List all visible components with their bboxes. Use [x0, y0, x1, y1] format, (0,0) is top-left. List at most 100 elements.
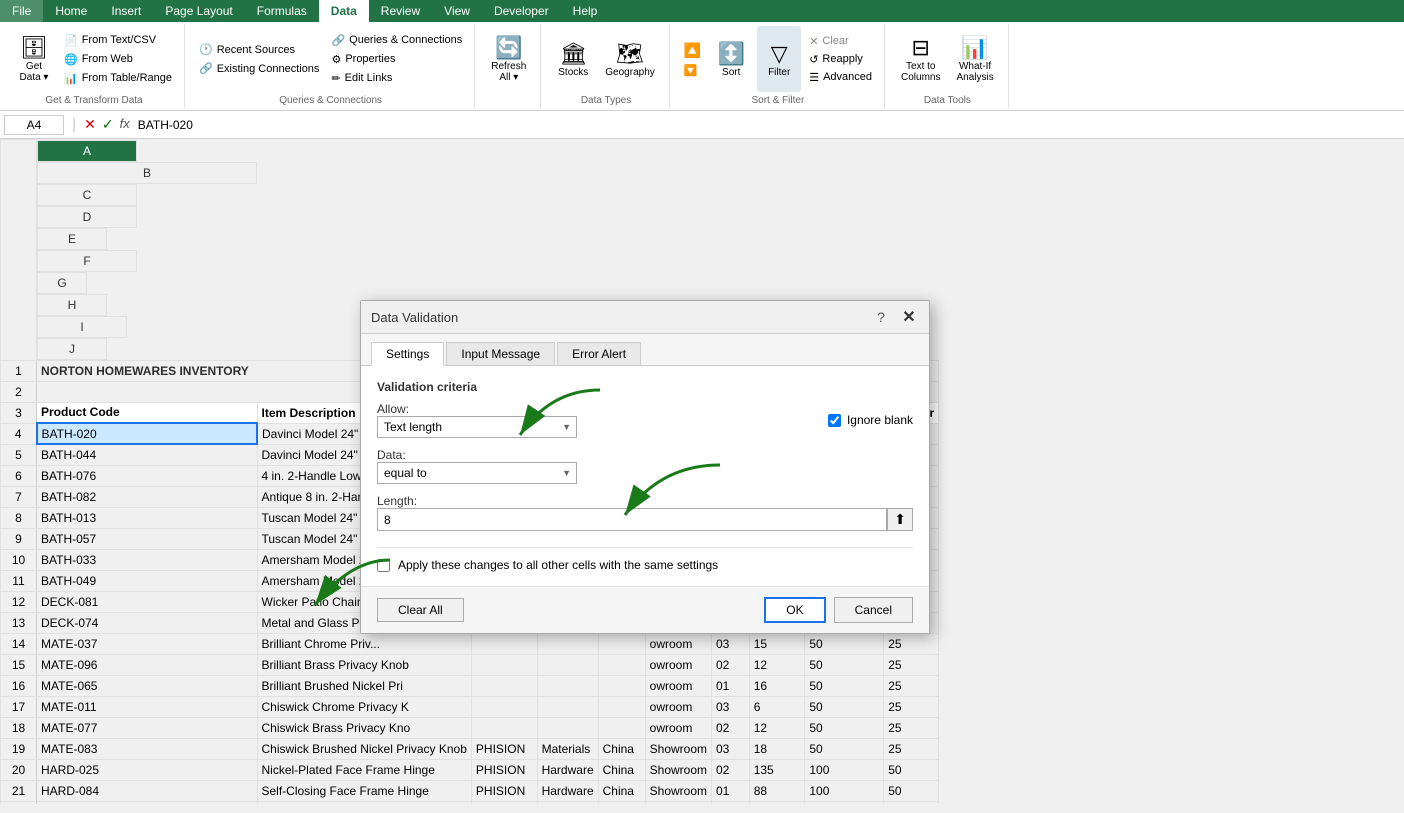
get-data-label: GetData ▾	[20, 61, 49, 83]
col-header-a[interactable]: A	[37, 140, 137, 162]
recent-sources-icon: 🕐	[199, 43, 213, 56]
what-if-analysis-button[interactable]: 📊 What-IfAnalysis	[950, 26, 999, 92]
length-label: Length:	[377, 494, 913, 508]
allow-select[interactable]: Any value Whole number Decimal List Date…	[377, 416, 577, 438]
col-product-code-header: Product Code	[37, 402, 258, 423]
filter-button[interactable]: ▽ Filter	[757, 26, 801, 92]
col-header-e[interactable]: E	[37, 228, 107, 250]
edit-links-label: Edit Links	[345, 72, 393, 84]
table-row: 14 MATE-037 Brilliant Chrome Priv... owr…	[1, 633, 939, 654]
col-header-f[interactable]: F	[37, 250, 137, 272]
tab-formulas[interactable]: Formulas	[245, 0, 319, 22]
apply-changes-checkbox[interactable]	[377, 559, 390, 572]
col-header-b[interactable]: B	[37, 162, 257, 184]
dialog-footer: Clear All OK Cancel	[361, 586, 929, 633]
col-header-d[interactable]: D	[37, 206, 137, 228]
from-table-icon: 📊	[64, 72, 78, 85]
row-number: 4	[1, 423, 37, 444]
dialog-tab-settings[interactable]: Settings	[371, 342, 444, 366]
from-table-button[interactable]: 📊 From Table/Range	[60, 70, 176, 87]
stocks-icon: 🏛	[559, 41, 587, 67]
filter-icon: ▽	[771, 41, 788, 67]
queries-connections-button[interactable]: 🔗 Queries & Connections	[327, 32, 466, 49]
advanced-button[interactable]: ☰ Advanced	[805, 69, 876, 86]
text-to-columns-button[interactable]: ⊟ Text toColumns	[895, 26, 946, 92]
data-select[interactable]: between not between equal to not equal t…	[377, 462, 577, 484]
tab-data[interactable]: Data	[319, 0, 369, 22]
existing-connections-icon: 🔗	[199, 62, 213, 75]
tab-insert[interactable]: Insert	[99, 0, 153, 22]
tab-help[interactable]: Help	[561, 0, 610, 22]
cell-reference-input[interactable]: A4	[4, 115, 64, 135]
cancel-button[interactable]: Cancel	[834, 597, 913, 623]
length-range-button[interactable]: ⬆	[887, 508, 913, 531]
col-header-j[interactable]: J	[37, 338, 107, 360]
tab-page-layout[interactable]: Page Layout	[153, 0, 244, 22]
allow-row: Allow: Any value Whole number Decimal Li…	[377, 402, 913, 438]
queries-connections-icon: 🔗	[331, 34, 345, 47]
col-header-i[interactable]: I	[37, 316, 127, 338]
formula-divider: |	[72, 116, 76, 134]
insert-function-icon[interactable]: fx	[120, 116, 130, 133]
formula-bar: A4 | ✕ ✓ fx	[0, 111, 1404, 139]
group-refresh: 🔄 RefreshAll ▾	[477, 24, 541, 108]
tab-table-design[interactable]: Table Design	[609, 0, 702, 22]
sort-filter-label: Sort & Filter	[751, 95, 804, 106]
refresh-all-label: RefreshAll ▾	[491, 61, 526, 83]
stocks-button[interactable]: 🏛 Stocks	[551, 26, 595, 92]
group-data-types: 🏛 Stocks 🗺 Geography Data Types	[543, 24, 669, 108]
geography-button[interactable]: 🗺 Geography	[599, 26, 660, 92]
ribbon-content: 🗄 GetData ▾ 📄 From Text/CSV 🌐 From Web 📊	[0, 22, 1404, 110]
edit-links-button[interactable]: ✏ Edit Links	[327, 70, 466, 87]
tab-review[interactable]: Review	[369, 0, 432, 22]
sort-za-button[interactable]: 🔽	[680, 62, 705, 79]
confirm-formula-icon[interactable]: ✓	[102, 116, 114, 133]
clear-all-button[interactable]: Clear All	[377, 598, 464, 622]
col-header-c[interactable]: C	[37, 184, 137, 206]
tab-view[interactable]: View	[432, 0, 482, 22]
ok-button[interactable]: OK	[764, 597, 825, 623]
dialog-tabs: Settings Input Message Error Alert	[361, 334, 929, 366]
refresh-all-icon: 🔄	[495, 35, 522, 61]
stocks-label: Stocks	[558, 67, 588, 78]
ignore-blank-checkbox[interactable]	[828, 414, 841, 427]
data-row: Data: between not between equal to not e…	[377, 448, 913, 484]
properties-button[interactable]: ⚙ Properties	[327, 51, 466, 68]
filter-label: Filter	[768, 67, 790, 78]
tab-developer[interactable]: Developer	[482, 0, 561, 22]
dialog-tab-input-message[interactable]: Input Message	[446, 342, 555, 365]
refresh-all-button[interactable]: 🔄 RefreshAll ▾	[485, 26, 532, 92]
clear-button[interactable]: ✕ Clear	[805, 33, 876, 50]
queries-connections-label: Queries & Connections	[349, 34, 462, 46]
tab-home[interactable]: Home	[43, 0, 99, 22]
data-tools-label: Data Tools	[924, 95, 971, 106]
clear-icon: ✕	[809, 35, 818, 48]
existing-connections-button[interactable]: 🔗 Existing Connections	[195, 60, 323, 77]
get-data-button[interactable]: 🗄 GetData ▾	[12, 26, 56, 92]
sort-az-icon: 🔼	[684, 42, 701, 59]
col-header-g[interactable]: G	[37, 272, 87, 294]
col-header-h[interactable]: H	[37, 294, 107, 316]
recent-sources-label: Recent Sources	[217, 44, 295, 56]
from-text-csv-button[interactable]: 📄 From Text/CSV	[60, 32, 176, 49]
tab-file[interactable]: File	[0, 0, 43, 22]
from-text-csv-icon: 📄	[64, 34, 78, 47]
cell-a4[interactable]: BATH-020	[37, 423, 258, 444]
sort-button[interactable]: ↕️ Sort	[709, 26, 753, 92]
sort-az-button[interactable]: 🔼	[680, 40, 705, 61]
from-web-button[interactable]: 🌐 From Web	[60, 51, 176, 68]
properties-label: Properties	[345, 53, 395, 65]
table-row: 15 MATE-096 Brilliant Brass Privacy Knob…	[1, 654, 939, 675]
formula-input[interactable]	[134, 116, 1400, 134]
cancel-formula-icon[interactable]: ✕	[84, 116, 96, 133]
recent-sources-button[interactable]: 🕐 Recent Sources	[195, 41, 323, 58]
corner-cell	[1, 140, 37, 361]
from-web-label: From Web	[82, 53, 133, 65]
length-input[interactable]	[377, 508, 887, 531]
dialog-tab-error-alert[interactable]: Error Alert	[557, 342, 641, 365]
dialog-close-button[interactable]: ✕	[899, 307, 919, 327]
reapply-button[interactable]: ↺ Reapply	[805, 51, 876, 68]
dialog-help-button[interactable]: ?	[871, 307, 891, 327]
row-number: 2	[1, 381, 37, 402]
row-number: 3	[1, 402, 37, 423]
